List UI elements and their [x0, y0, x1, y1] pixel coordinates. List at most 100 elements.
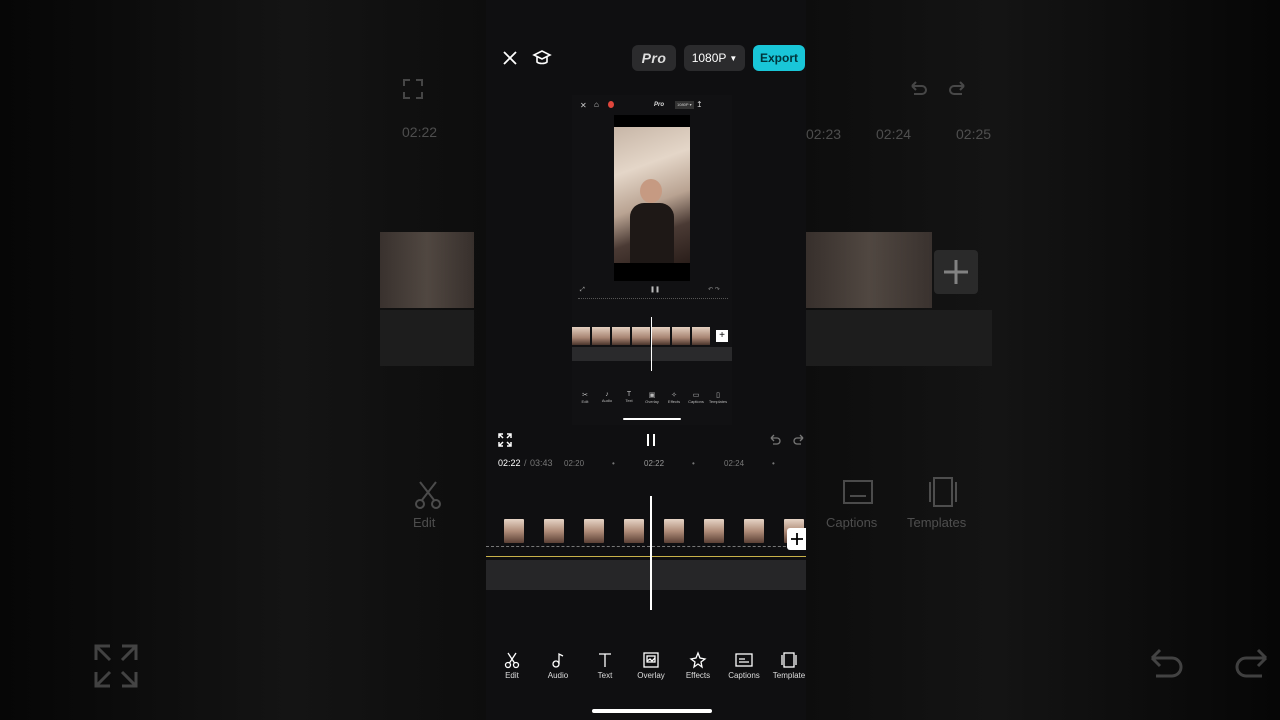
- bg-tick-1: 02:23: [806, 126, 842, 142]
- nested-audio-track: [572, 347, 732, 361]
- ruler-dot: •: [692, 459, 695, 468]
- audio-track[interactable]: [486, 560, 806, 590]
- tool-label: Audio: [547, 671, 569, 680]
- redo-icon[interactable]: [792, 433, 806, 447]
- nested-time-ruler: [578, 298, 728, 301]
- nested-tool-label: Audio: [601, 398, 613, 403]
- clip-thumbnail: [664, 519, 684, 543]
- bg-fullscreen-icon: [402, 78, 424, 100]
- caret-down-icon: ▼: [729, 53, 738, 63]
- ruler-dot: •: [612, 459, 615, 468]
- pro-badge[interactable]: Pro: [632, 45, 676, 71]
- nested-thumb: [572, 327, 590, 345]
- clip-thumbnail: [704, 519, 724, 543]
- nested-undo-redo-icons: ↶ ↷: [708, 287, 720, 293]
- bg-undo-icon: [906, 78, 928, 100]
- nested-tool-effects: ✧ Effects: [667, 392, 681, 404]
- nested-thumb: [672, 327, 690, 345]
- clip-thumbnail: [624, 519, 644, 543]
- nested-tool-captions: ▭ Captions: [688, 392, 704, 404]
- nested-tool-text: T Text: [625, 391, 633, 403]
- clip-thumbnail: [544, 519, 564, 543]
- graduation-cap-icon[interactable]: [532, 48, 552, 68]
- tool-label: Overlay: [637, 671, 665, 680]
- nested-tool-edit: ✂ Edit: [581, 392, 589, 404]
- ruler-tick: 02:22: [644, 459, 665, 468]
- tool-edit[interactable]: Edit: [489, 651, 535, 680]
- clip-track-baseline: [486, 546, 806, 548]
- overlay-icon: [628, 651, 674, 671]
- main-clip-track[interactable]: [486, 510, 806, 558]
- nested-tool-label: Overlay: [645, 399, 659, 404]
- nested-thumb: [592, 327, 610, 345]
- ruler-dot: •: [772, 459, 775, 468]
- total-time: 03:43: [530, 458, 553, 468]
- nested-cap-icon: ⌂: [594, 100, 599, 109]
- background-right: 02:23 02:24 02:25 Captions Templates: [806, 0, 1280, 720]
- ruler-tick: 02:24: [724, 459, 745, 468]
- bg-tick-2: 02:24: [876, 126, 912, 142]
- captions-icon: [721, 651, 767, 671]
- resolution-selector[interactable]: 1080P ▼: [684, 45, 745, 71]
- bg-video-strip-left: [380, 232, 474, 308]
- bg-template-icon: [926, 476, 960, 508]
- nested-tool-label: Text: [625, 398, 633, 403]
- bg-redo-icon: [948, 78, 970, 100]
- current-time: 02:22: [498, 458, 521, 468]
- bg-fullscreen-large-icon: [94, 644, 138, 688]
- close-icon[interactable]: [500, 48, 520, 68]
- nested-upload-icon: ↥: [696, 100, 703, 109]
- bg-time-left: 02:22: [402, 124, 438, 140]
- sparkle-icon: [675, 651, 721, 671]
- ruler-tick: 02:20: [564, 459, 585, 468]
- tool-audio[interactable]: Audio: [535, 651, 581, 680]
- tool-label: Effects: [685, 671, 711, 680]
- add-clip-button[interactable]: [787, 528, 806, 550]
- nested-tool-templates: ▯ Templates: [708, 392, 728, 404]
- nested-tool-audio: ♪ Audio: [601, 391, 613, 403]
- nested-close-icon: ✕: [580, 101, 587, 110]
- background-left: 02:22 Edit: [0, 0, 486, 720]
- text-icon: [582, 651, 628, 671]
- bg-tick-3: 02:25: [956, 126, 992, 142]
- template-icon: [766, 651, 806, 671]
- nested-add-clip-icon: +: [716, 330, 728, 342]
- tool-label: Edit: [505, 671, 519, 680]
- tool-label: Template: [772, 671, 806, 680]
- nested-thumb: [692, 327, 710, 345]
- phone-screen: Pro 1080P ▼ Export ✕ ⌂ Pro 1080P ▾ ↥ ⤢ ❚…: [486, 0, 806, 720]
- playhead[interactable]: [650, 496, 652, 610]
- tool-label: Text: [597, 671, 613, 680]
- fullscreen-icon[interactable]: [498, 433, 512, 447]
- clip-thumbnail: [744, 519, 764, 543]
- tool-text[interactable]: Text: [582, 651, 628, 680]
- nested-tool-label: Effects: [667, 399, 681, 404]
- video-frame-image: [614, 127, 690, 263]
- nested-resolution: 1080P ▾: [675, 101, 694, 109]
- nested-clip-strip: +: [572, 327, 732, 345]
- bg-add-clip-icon: [934, 250, 978, 294]
- video-preview: [614, 115, 690, 281]
- tool-captions[interactable]: Captions: [721, 651, 767, 680]
- time-separator: /: [524, 458, 527, 468]
- resolution-label: 1080P: [691, 51, 727, 65]
- bg-track-left: [380, 310, 474, 366]
- tool-overlay[interactable]: Overlay: [628, 651, 674, 680]
- clip-thumbnail: [504, 519, 524, 543]
- clip-track-audio-line: [486, 556, 806, 557]
- export-button[interactable]: Export: [753, 45, 805, 71]
- video-person-body: [630, 203, 674, 263]
- bg-captions-icon: [842, 478, 874, 506]
- nested-resolution-label: 1080P: [677, 102, 689, 107]
- nested-app-preview: ✕ ⌂ Pro 1080P ▾ ↥ ⤢ ❚❚ ↶ ↷ + ✂ Edit ♪ Au…: [572, 95, 732, 425]
- bg-edit-label: Edit: [413, 515, 436, 530]
- tool-effects[interactable]: Effects: [675, 651, 721, 680]
- nested-fullscreen-icon: ⤢: [580, 287, 585, 293]
- pause-icon[interactable]: [646, 433, 658, 447]
- tool-template[interactable]: Template: [766, 651, 806, 680]
- undo-icon[interactable]: [768, 433, 782, 447]
- bg-captions-label: Captions: [826, 515, 878, 530]
- nested-pause-icon: ❚❚: [650, 287, 661, 293]
- bg-video-strip-right: [806, 232, 932, 308]
- bg-redo-large-icon: [1234, 644, 1276, 688]
